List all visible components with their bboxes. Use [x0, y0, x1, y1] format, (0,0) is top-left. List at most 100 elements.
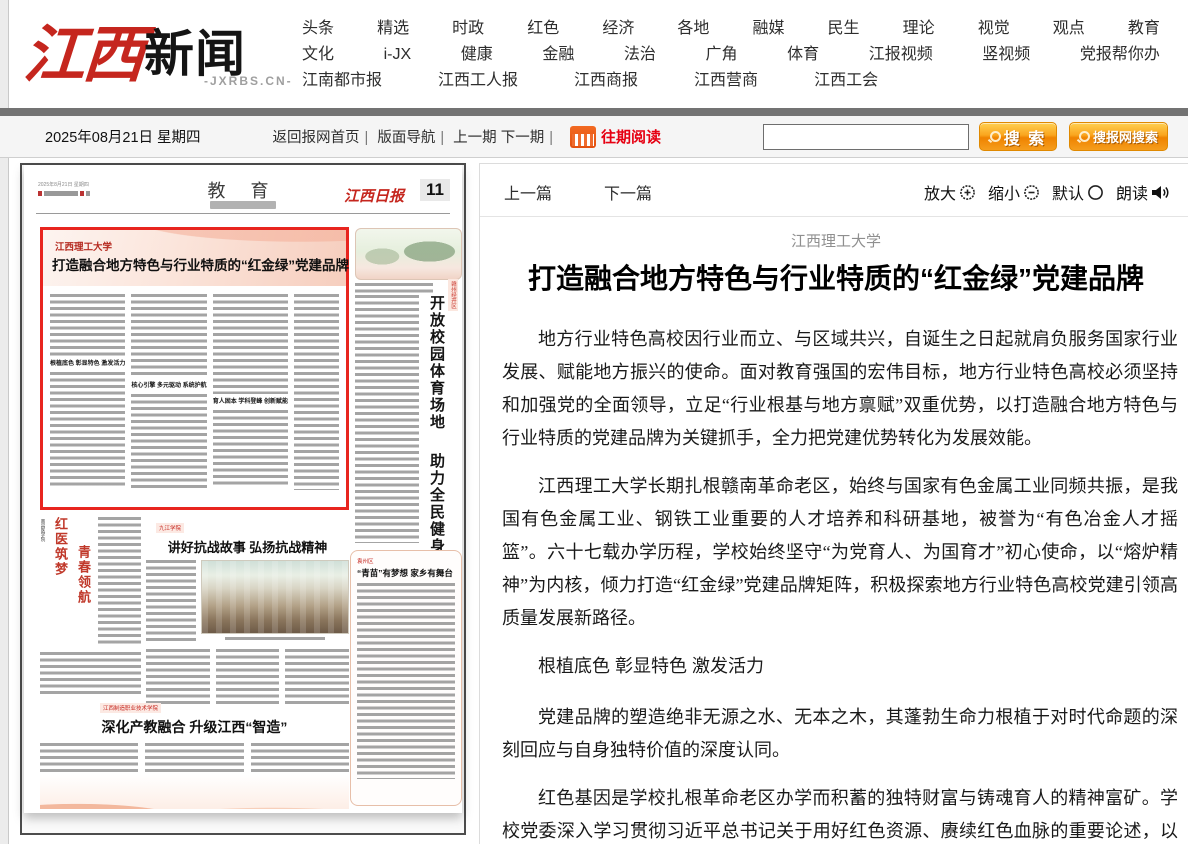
nav-link-education[interactable]: 教育: [1128, 16, 1160, 42]
nav-link-finance[interactable]: 金融: [542, 42, 574, 68]
page: 江西新闻 -JXRBS.CN- 头条 精选 时政 红色 经济 各地 融媒 民生 …: [0, 0, 1188, 844]
paper-page-number: 11: [420, 179, 450, 201]
article-kicker: 江西理工大学: [502, 230, 1170, 251]
micro-text-column: [294, 294, 339, 501]
article-toolbar: 上一篇 下一篇 放大 缩小 默认 朗读: [502, 176, 1170, 208]
next-article-link[interactable]: 下一篇: [604, 180, 652, 204]
search-button[interactable]: 搜 索: [979, 122, 1057, 151]
nav-link-opinion[interactable]: 观点: [1053, 16, 1085, 42]
article-subhead: 根植底色 彰显特色 激发活力: [502, 650, 1178, 683]
nav-row-1: 头条 精选 时政 红色 经济 各地 融媒 民生 理论 视觉 观点 教育: [302, 16, 1160, 42]
previous-article-link[interactable]: 上一篇: [504, 180, 552, 204]
search-icon: [1079, 131, 1090, 142]
nav-link-sports[interactable]: 体育: [787, 42, 819, 68]
current-date: 2025年08月21日 星期四: [45, 126, 201, 147]
logo-jiangxi-calligraphy: 江西: [21, 4, 145, 94]
highlight-kicker: 江西理工大学: [55, 239, 112, 253]
past-issues-link[interactable]: 往期阅读: [601, 126, 661, 147]
separator: |: [440, 130, 444, 146]
separator: |: [549, 130, 553, 146]
zoom-out-label: 缩小: [988, 180, 1020, 204]
back-to-epaper-home-link[interactable]: 返回报网首页: [273, 130, 360, 146]
nav-link-health[interactable]: 健康: [461, 42, 493, 68]
site-search-button-label: 搜报网搜索: [1093, 127, 1158, 146]
micro-text-column: [146, 560, 196, 644]
next-issue-link[interactable]: 下一期: [501, 130, 545, 146]
nav-link-video[interactable]: 江报视频: [869, 42, 933, 68]
nav-row-3: 江南都市报 江西工人报 江西商报 江西营商 江西工会: [302, 68, 1160, 94]
nav-link-jnds-paper[interactable]: 江南都市报: [302, 68, 382, 94]
nav-link-media[interactable]: 融媒: [752, 16, 784, 42]
default-size-label: 默认: [1052, 180, 1084, 204]
vertical-red-headline-2: 青春领航: [74, 545, 93, 647]
highlight-headline: 打造融合地方特色与行业特质的“红金绿”党建品牌: [52, 254, 349, 274]
nav-link-workers-paper[interactable]: 江西工人报: [438, 68, 518, 94]
article-body: 地方行业特色高校因行业而立、与区域共兴，自诞生之日起就肩负服务国家行业发展、赋能…: [502, 323, 1178, 844]
read-aloud-icon: [1151, 184, 1170, 201]
article-headline: 讲好抗战故事 弘扬抗战精神: [146, 537, 349, 556]
nav-link-politics[interactable]: 时政: [452, 16, 484, 42]
conference-photo: [201, 560, 349, 634]
left-article-column: 南昌医学院 红医筑梦 青春领航: [40, 517, 141, 695]
previous-issue-link[interactable]: 上一期: [453, 130, 497, 146]
search-input[interactable]: [763, 124, 969, 150]
card-headline: “青苗”有梦想 家乡有舞台: [357, 567, 455, 579]
main-nav: 头条 精选 时政 红色 经济 各地 融媒 民生 理论 视觉 观点 教育 文化 i…: [302, 16, 1160, 94]
vertical-headline-line2: 助力全民健身: [428, 453, 445, 555]
read-aloud-label: 朗读: [1116, 180, 1148, 204]
zoom-out-control[interactable]: 缩小: [988, 180, 1040, 204]
nav-link-featured[interactable]: 精选: [377, 16, 409, 42]
school-tag: 九江学院: [156, 523, 184, 533]
calendar-icon[interactable]: [570, 126, 596, 148]
zoom-in-control[interactable]: 放大: [924, 180, 976, 204]
site-search-button[interactable]: 搜报网搜索: [1069, 122, 1168, 151]
nav-link-law[interactable]: 法治: [624, 42, 656, 68]
nav-link-economy[interactable]: 经济: [602, 16, 634, 42]
nav-link-culture[interactable]: 文化: [302, 42, 334, 68]
highlight-banner: 江西理工大学 打造融合地方特色与行业特质的“红金绿”党建品牌: [43, 230, 346, 286]
default-size-control[interactable]: 默认: [1052, 180, 1104, 204]
nav-link-visual[interactable]: 视觉: [978, 16, 1010, 42]
school-tag: 南昌医学院: [40, 519, 47, 647]
article-paragraph: 地方行业特色高校因行业而立、与区域共兴，自诞生之日起就肩负服务国家行业发展、赋能…: [502, 323, 1178, 455]
paper-rule: [36, 213, 450, 214]
page-navigation-link[interactable]: 版面导航: [377, 130, 435, 146]
newspaper-preview-panel: 2025年8月21日 星期四 教 育 江西日报 11 江西理工大学 打造融合地方…: [20, 163, 466, 835]
article-title: 打造融合地方特色与行业特质的“红金绿”党建品牌: [506, 259, 1166, 299]
district-tag: 袁州区: [357, 557, 455, 565]
article-paragraph: 党建品牌的塑造绝非无源之水、无本之木，其蓬勃生命力根植于对时代命题的深刻回应与自…: [502, 701, 1178, 767]
nav-link-business-paper[interactable]: 江西商报: [574, 68, 638, 94]
site-logo[interactable]: 江西新闻 -JXRBS.CN-: [24, 4, 246, 94]
decorative-wave-footer: [40, 775, 349, 809]
nav-row-2: 文化 i-JX 健康 金融 法治 广角 体育 江报视频 竖视频 党报帮你办: [302, 42, 1160, 68]
default-size-icon: [1087, 184, 1104, 201]
photo-caption-microtext: [225, 637, 325, 643]
nav-link-yingshang[interactable]: 江西营商: [694, 68, 758, 94]
micro-text-column: 核心引擎 多元驱动 系统护航: [131, 294, 206, 501]
read-aloud-control[interactable]: 朗读: [1116, 180, 1170, 204]
nav-link-headlines[interactable]: 头条: [302, 16, 334, 42]
nav-link-ijx[interactable]: i-JX: [384, 42, 412, 68]
nav-link-theory[interactable]: 理论: [903, 16, 935, 42]
nav-link-red[interactable]: 红色: [527, 16, 559, 42]
micro-subhead: 核心引擎 多元驱动 系统护航: [131, 381, 206, 391]
war-stories-article: 九江学院 讲好抗战故事 弘扬抗战精神: [146, 517, 349, 695]
separator: |: [365, 130, 369, 146]
nav-link-party-help[interactable]: 党报帮你办: [1080, 42, 1160, 68]
micro-text-column: 育人固本 学科登峰 创新赋能: [213, 294, 288, 501]
micro-text-column: 根植底色 彰显特色 激发活力: [50, 294, 125, 501]
article-headline: 深化产教融合 升级江西“智造”: [40, 717, 349, 737]
illustration-caption-microtext: [355, 283, 433, 293]
nav-link-wideangle[interactable]: 广角: [706, 42, 738, 68]
nav-link-union[interactable]: 江西工会: [814, 68, 878, 94]
article-panel: 上一篇 下一篇 放大 缩小 默认 朗读: [479, 163, 1188, 844]
nav-link-vertical-video[interactable]: 竖视频: [982, 42, 1030, 68]
nav-link-regions[interactable]: 各地: [677, 16, 709, 42]
school-tag: 江西制造职业技术学院: [100, 703, 161, 713]
nav-link-livelihood[interactable]: 民生: [828, 16, 860, 42]
vertical-headline-line1: 开放校园体育场地: [428, 295, 445, 431]
micro-text-column: [98, 517, 141, 647]
highlighted-article-region[interactable]: 江西理工大学 打造融合地方特色与行业特质的“红金绿”党建品牌 根植底色 彰显特色…: [40, 227, 349, 510]
micro-subhead: 根植底色 彰显特色 激发活力: [50, 359, 125, 369]
micro-text-block: [40, 652, 141, 694]
